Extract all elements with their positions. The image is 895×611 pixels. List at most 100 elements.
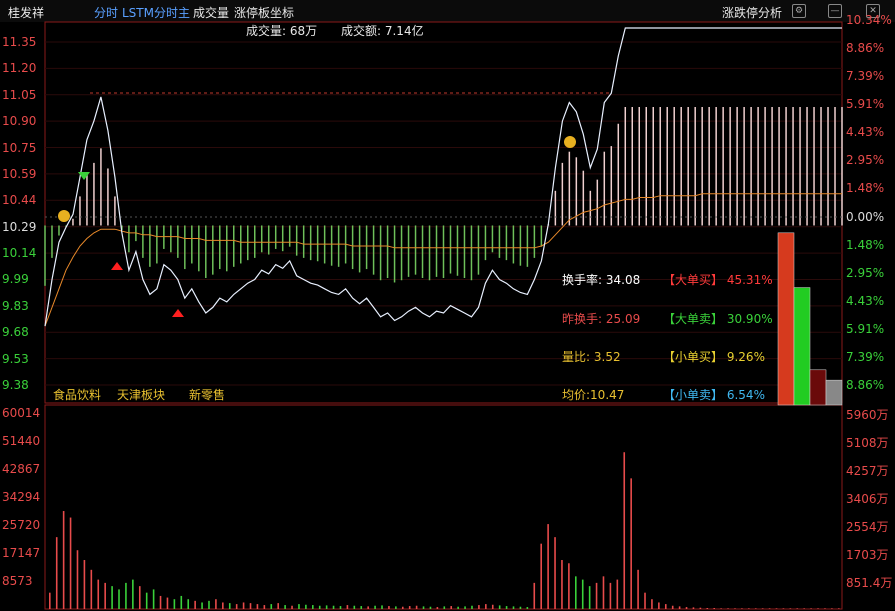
volume-bar bbox=[644, 592, 646, 609]
order-flow-bars bbox=[777, 232, 843, 406]
percent-tick-label: 10.34% bbox=[846, 13, 892, 27]
big-buy-stat: 【大单买】 45.31% bbox=[663, 273, 773, 287]
volume-bar bbox=[789, 608, 792, 609]
money-bag-icon bbox=[564, 136, 576, 148]
volume-bar bbox=[90, 569, 93, 609]
volume-bar bbox=[360, 606, 363, 609]
volume-bar bbox=[187, 599, 190, 609]
volume-tick-label: 51440 bbox=[2, 434, 41, 448]
volume-bar bbox=[768, 608, 771, 609]
volume-bar bbox=[630, 478, 632, 609]
volume-bar bbox=[838, 608, 840, 609]
volume-bar bbox=[748, 608, 750, 609]
volume-bar bbox=[408, 606, 411, 609]
volume-bar bbox=[471, 605, 473, 609]
volume-tick-label: 8573 bbox=[2, 574, 33, 588]
volume-bar bbox=[485, 604, 487, 609]
price-tick-label: 11.05 bbox=[2, 87, 37, 102]
volume-bar bbox=[734, 608, 736, 609]
volume-bar bbox=[49, 592, 51, 609]
volume-panel-frame bbox=[44, 404, 843, 610]
volume-bar bbox=[325, 605, 328, 609]
price-tick-label: 9.83 bbox=[2, 298, 29, 313]
percent-tick-label: 1.48% bbox=[846, 181, 885, 196]
volume-bar bbox=[491, 604, 494, 609]
volume-bar bbox=[256, 604, 259, 609]
turnover-stat: 换手率: 34.08 bbox=[562, 273, 641, 287]
price-tick-label: 9.53 bbox=[2, 351, 29, 366]
sector-tag[interactable]: 食品饮料 bbox=[53, 386, 101, 403]
volume-bar bbox=[291, 605, 293, 609]
volume-bar bbox=[761, 608, 764, 609]
volume-bar bbox=[443, 606, 446, 609]
volume-bar bbox=[332, 605, 335, 609]
chart-canvas bbox=[44, 21, 843, 610]
volume-bar bbox=[727, 608, 729, 609]
volume-tick-label: 25720 bbox=[2, 518, 41, 532]
volume-bar bbox=[180, 595, 183, 609]
sector-tag[interactable]: 新零售 bbox=[189, 386, 225, 403]
volume-tick-label: 1703万 bbox=[846, 548, 889, 562]
price-tick-label: 11.20 bbox=[2, 61, 37, 76]
volume-bar bbox=[222, 602, 224, 609]
volume-bar bbox=[678, 606, 681, 609]
volume-bar bbox=[145, 592, 148, 609]
volume-bar bbox=[125, 582, 127, 609]
order-flow-bar bbox=[793, 287, 811, 406]
volume-bar bbox=[111, 586, 113, 609]
volume-bar bbox=[69, 517, 72, 609]
volume-bar bbox=[588, 586, 591, 609]
percent-tick-label: 4.43% bbox=[846, 293, 885, 308]
volume-bar bbox=[235, 604, 238, 609]
percent-tick-label: 0.00% bbox=[846, 209, 885, 224]
sector-tag[interactable]: 天津板块 bbox=[117, 386, 165, 403]
small-sell-stat: 【小单卖】 6.54% bbox=[663, 388, 765, 402]
percent-tick-label: 8.86% bbox=[846, 378, 885, 392]
volume-bar bbox=[374, 605, 376, 609]
volume-bar bbox=[609, 582, 612, 609]
volume-bar bbox=[505, 606, 508, 609]
volume-bar bbox=[395, 606, 397, 609]
price-tick-label: 11.35 bbox=[2, 35, 37, 49]
price-tick-label: 10.14 bbox=[2, 246, 37, 261]
volume-bar bbox=[796, 608, 799, 609]
volume-bar bbox=[242, 602, 245, 609]
volume-bar bbox=[429, 606, 432, 609]
volume-bar bbox=[637, 569, 639, 609]
volume-bar bbox=[512, 606, 515, 609]
volume-tick-label: 34294 bbox=[2, 490, 41, 504]
percent-tick-label: 1.48% bbox=[846, 237, 885, 252]
volume-bar bbox=[519, 606, 522, 609]
volume-bar bbox=[388, 606, 390, 609]
volume-tick-label: 5108万 bbox=[846, 436, 889, 450]
price-tick-label: 9.38 bbox=[2, 378, 29, 392]
volume-tick-label: 3406万 bbox=[846, 492, 889, 506]
volume-bar bbox=[658, 602, 660, 609]
volume-bar bbox=[540, 543, 542, 609]
percent-tick-label: 2.95% bbox=[846, 265, 885, 280]
diff-histogram bbox=[44, 106, 843, 286]
order-flow-bar bbox=[809, 369, 827, 406]
volume-bar bbox=[118, 589, 120, 609]
volume-bar bbox=[55, 537, 58, 609]
volume-bar bbox=[228, 603, 231, 609]
volume-bar bbox=[401, 606, 404, 609]
volume-bar bbox=[298, 604, 300, 609]
volume-bar bbox=[547, 524, 549, 609]
volume-tick-label: 42867 bbox=[2, 462, 41, 476]
order-flow-bar bbox=[825, 379, 843, 406]
volume-bar bbox=[194, 600, 196, 609]
big-sell-stat: 【大单卖】 30.90% bbox=[663, 312, 773, 326]
volume-bar bbox=[595, 582, 598, 609]
volume-bar bbox=[457, 606, 459, 609]
volume-bar bbox=[305, 604, 307, 609]
volume-bar bbox=[353, 605, 356, 609]
volume-bars bbox=[49, 452, 840, 609]
volume-bar bbox=[810, 608, 812, 609]
volume-bar bbox=[277, 603, 279, 609]
volume-bar bbox=[478, 605, 480, 609]
price-tick-label: 9.68 bbox=[2, 325, 29, 340]
volume-summary: 成交量: 68万 bbox=[246, 24, 318, 38]
volume-bar bbox=[367, 606, 369, 609]
price-tick-label: 10.59 bbox=[2, 166, 37, 181]
